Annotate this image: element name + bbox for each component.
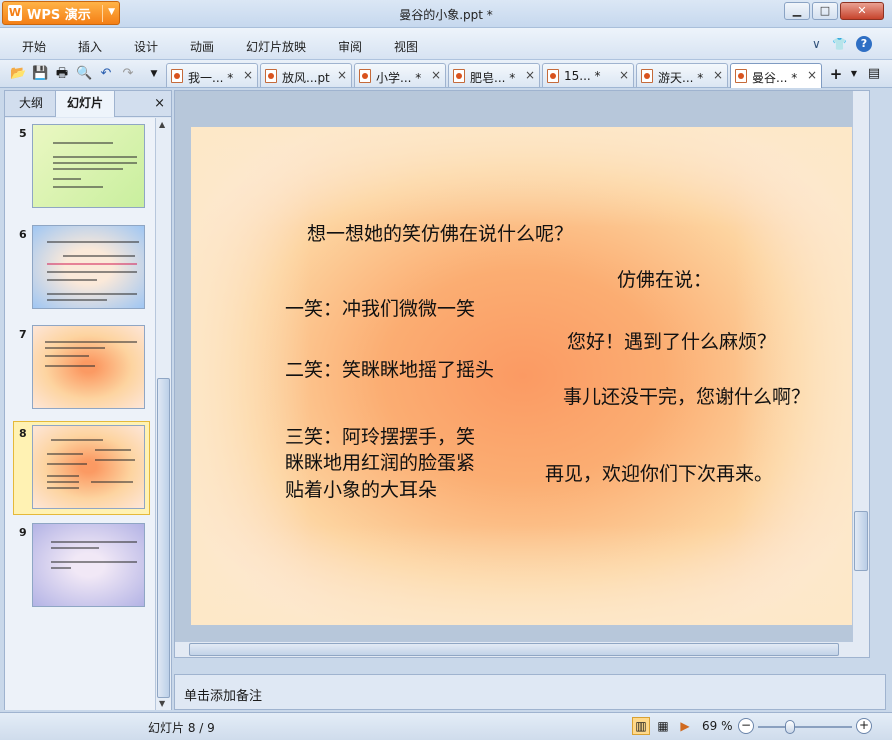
thumbnail-number: 5 [19,127,27,140]
doc-tab-2[interactable]: 放风...pt × [260,63,352,87]
menu-review[interactable]: 审阅 [338,38,362,55]
ppt-file-icon [641,69,653,83]
doc-tab-5[interactable]: 15... * × [542,63,634,87]
thumbnail-number: 9 [19,526,27,539]
window-layout-icon[interactable]: ▤ [866,66,882,82]
zoom-level: 69 % [702,719,733,733]
slide-text-reply-1[interactable]: 您好！遇到了什么麻烦？ [567,327,776,354]
close-icon[interactable]: × [337,68,347,82]
slide-text-smile-3-line-3[interactable]: 贴着小象的大耳朵 [285,475,437,502]
menu-home[interactable]: 开始 [22,38,46,55]
help-icon[interactable]: ? [856,36,872,52]
menu-animation[interactable]: 动画 [190,38,214,55]
menu-insert[interactable]: 插入 [78,38,102,55]
maximize-button[interactable]: □ [812,2,838,20]
menu-bar: 开始 插入 设计 动画 幻灯片放映 审阅 视图 ∨ 👕 ? [0,28,892,60]
redo-icon[interactable]: ↷ [120,66,136,82]
close-icon[interactable]: × [619,68,629,82]
scroll-up-icon[interactable]: ▲ [159,120,165,129]
slides-panel: 大纲 幻灯片 × 5 6 7 8 9 ▲ ▼ [4,90,172,710]
print-preview-icon[interactable]: 🔍 [76,66,92,82]
open-folder-icon[interactable]: 📂 [10,66,26,82]
editor-vertical-scrollbar[interactable] [852,91,869,657]
slideshow-icon[interactable]: ▶ [676,717,694,735]
skin-icon[interactable]: 👕 [832,37,847,51]
slide-text-heading-right[interactable]: 仿佛在说： [617,265,712,292]
slide-indicator: 幻灯片 8 / 9 [148,721,215,735]
minimize-button[interactable]: ▁ [784,2,810,20]
save-icon[interactable]: 💾 [32,66,48,82]
close-icon[interactable]: × [713,68,723,82]
scroll-thumb[interactable] [157,378,170,698]
slide-sorter-icon[interactable]: ▦ [654,717,672,735]
chevron-down-icon[interactable]: ∨ [812,37,821,51]
doc-tab-1[interactable]: 我一... * × [166,63,258,87]
tab-slides[interactable]: 幻灯片 [55,91,115,117]
normal-view-icon[interactable]: ▥ [632,717,650,735]
editor-horizontal-scrollbar[interactable] [175,641,853,657]
slide-text-reply-3[interactable]: 再见，欢迎你们下次再来。 [545,459,773,486]
scroll-thumb[interactable] [854,511,868,571]
ppt-file-icon [171,69,183,83]
slide-question[interactable]: 想一想她的笑仿佛在说什么呢？ [307,219,573,246]
close-button[interactable]: ✕ [840,2,884,20]
ppt-file-icon [735,69,747,83]
thumbnail-number: 7 [19,328,27,341]
thumbnail-number: 8 [19,427,27,440]
status-bar: 幻灯片 8 / 9 ▥ ▦ ▶ 69 % − + [0,712,892,740]
new-tab-button[interactable]: + [828,66,844,82]
ppt-file-icon [453,69,465,83]
slide-text-smile-3-line-1[interactable]: 三笑：阿玲摆摆手，笑 [285,422,475,449]
doc-tab-6[interactable]: 游天... * × [636,63,728,87]
thumbnail-scrollbar[interactable]: ▲ ▼ [155,118,171,710]
ppt-file-icon [265,69,277,83]
print-icon[interactable]: 🖶 [54,66,70,82]
slide-text-smile-3-line-2[interactable]: 眯眯地用红润的脸蛋紧 [285,448,475,475]
notes-pane[interactable]: 单击添加备注 [174,674,886,710]
close-icon[interactable]: × [525,68,535,82]
close-icon[interactable]: × [154,96,165,111]
quick-access-toolbar: 📂 💾 🖶 🔍 ↶ ↷ ▼ 我一... * × 放风...pt × 小学... … [0,60,892,88]
doc-tab-3[interactable]: 小学... * × [354,63,446,87]
zoom-in-button[interactable]: + [856,718,872,734]
slide-thumbnail-9[interactable] [32,523,145,607]
slide-thumbnail-6[interactable] [32,225,145,309]
slide-editor: 想一想她的笑仿佛在说什么呢？ 仿佛在说： 一笑：冲我们微微一笑 您好！遇到了什么… [174,90,870,658]
title-bar: W WPS 演示 ▼ 曼谷的小象.ppt * ▁ □ ✕ [0,0,892,28]
slide-text-smile-2[interactable]: 二笑：笑眯眯地摇了摇头 [285,355,494,382]
scroll-down-icon[interactable]: ▼ [159,699,165,708]
customize-dropdown-icon[interactable]: ▼ [146,66,162,82]
zoom-out-button[interactable]: − [738,718,754,734]
zoom-slider-track[interactable] [758,726,852,728]
slide-thumbnail-8[interactable] [32,425,145,509]
doc-tab-7-active[interactable]: 曼谷... * × [730,63,822,88]
thumbnail-number: 6 [19,228,27,241]
tab-list-dropdown-icon[interactable]: ▼ [846,66,862,82]
undo-icon[interactable]: ↶ [98,66,114,82]
menu-design[interactable]: 设计 [134,38,158,55]
notes-placeholder: 单击添加备注 [184,689,263,704]
close-icon[interactable]: × [807,68,817,82]
ppt-file-icon [359,69,371,83]
slide-text-smile-1[interactable]: 一笑：冲我们微微一笑 [285,294,475,321]
slide-thumbnail-5[interactable] [32,124,145,208]
menu-slideshow[interactable]: 幻灯片放映 [246,38,306,55]
zoom-slider-handle[interactable] [785,720,795,734]
close-icon[interactable]: × [243,68,253,82]
thumbnail-list: 5 6 7 8 9 [5,118,155,710]
tab-outline[interactable]: 大纲 [7,91,55,117]
slide-text-reply-2[interactable]: 事儿还没干完，您谢什么啊？ [563,382,810,409]
doc-tab-4[interactable]: 肥皂... * × [448,63,540,87]
scroll-thumb[interactable] [189,643,839,656]
close-icon[interactable]: × [431,68,441,82]
ppt-file-icon [547,69,559,83]
slide-canvas[interactable]: 想一想她的笑仿佛在说什么呢？ 仿佛在说： 一笑：冲我们微微一笑 您好！遇到了什么… [191,127,855,625]
window-title: 曼谷的小象.ppt * [399,8,493,22]
menu-view[interactable]: 视图 [394,38,418,55]
panel-tabs: 大纲 幻灯片 × [5,91,171,117]
slide-thumbnail-7[interactable] [32,325,145,409]
